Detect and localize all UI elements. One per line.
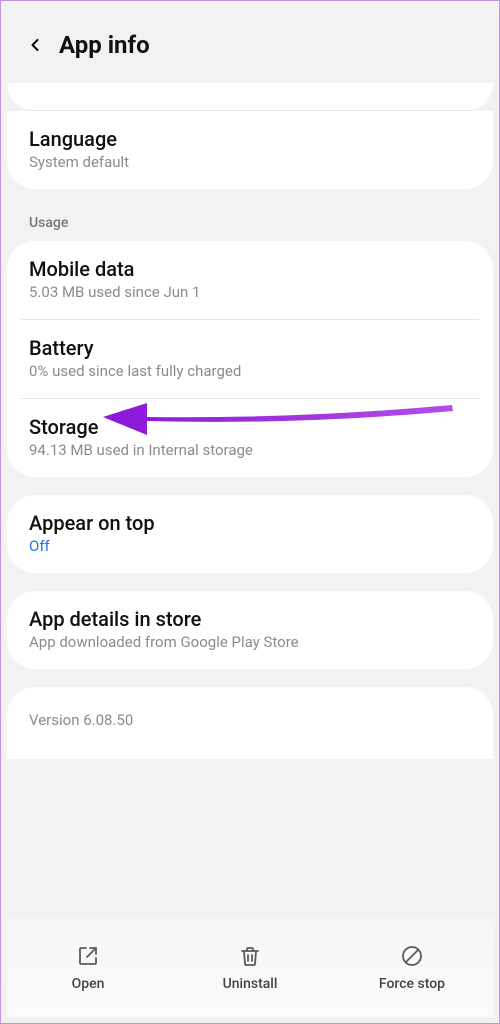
appear-title: Appear on top [29,511,471,535]
details-title: App details in store [29,607,471,631]
language-title: Language [29,127,471,151]
open-label: Open [72,976,105,992]
force-stop-button[interactable]: Force stop [331,917,493,1017]
page-title: App info [59,31,150,59]
app-details-row[interactable]: App details in store App downloaded from… [7,591,493,669]
battery-sub: 0% used since last fully charged [29,362,471,380]
language-card: Language System default [7,111,493,189]
uninstall-button[interactable]: Uninstall [169,917,331,1017]
usage-section-label: Usage [7,189,493,241]
battery-title: Battery [29,336,471,360]
chevron-left-icon [25,35,45,55]
open-icon [74,942,102,970]
force-stop-icon [398,942,426,970]
battery-row[interactable]: Battery 0% used since last fully charged [7,320,493,398]
footer-bar: Open Uninstall Force stop [7,917,493,1017]
uninstall-label: Uninstall [223,976,278,992]
mobile-data-title: Mobile data [29,257,471,281]
appear-sub: Off [29,537,471,555]
app-header: App info [7,7,493,83]
mobile-data-row[interactable]: Mobile data 5.03 MB used since Jun 1 [7,241,493,319]
details-sub: App downloaded from Google Play Store [29,633,471,651]
details-card: App details in store App downloaded from… [7,591,493,669]
storage-row[interactable]: Storage 94.13 MB used in Internal storag… [7,399,493,477]
mobile-data-sub: 5.03 MB used since Jun 1 [29,283,471,301]
appear-card: Appear on top Off [7,495,493,573]
language-row[interactable]: Language System default [7,111,493,189]
version-text: Version 6.08.50 [29,711,133,729]
back-button[interactable] [15,25,55,65]
partial-card-top [7,83,493,111]
version-card: Version 6.08.50 [7,687,493,759]
storage-title: Storage [29,415,471,439]
storage-sub: 94.13 MB used in Internal storage [29,441,471,459]
open-button[interactable]: Open [7,917,169,1017]
force-stop-label: Force stop [379,976,445,992]
language-sub: System default [29,153,471,171]
usage-card: Mobile data 5.03 MB used since Jun 1 Bat… [7,241,493,477]
appear-on-top-row[interactable]: Appear on top Off [7,495,493,573]
trash-icon [236,942,264,970]
